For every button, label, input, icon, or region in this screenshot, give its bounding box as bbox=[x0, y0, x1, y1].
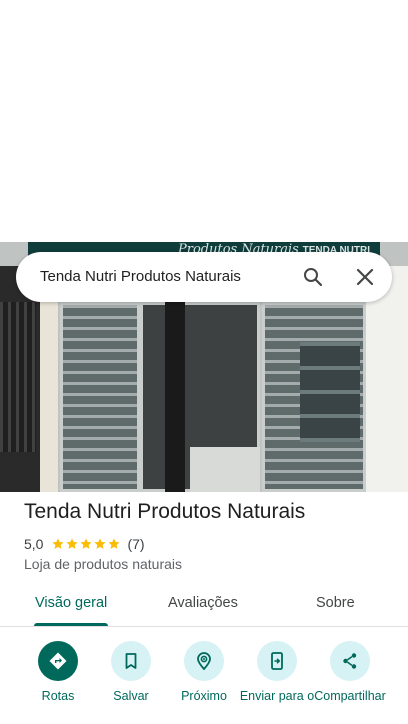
review-count[interactable]: (7) bbox=[127, 536, 144, 552]
directions-icon bbox=[38, 641, 78, 681]
rating-value: 5,0 bbox=[24, 536, 44, 552]
share-button[interactable]: Compartilhar bbox=[310, 641, 390, 704]
share-label: Compartilhar bbox=[314, 689, 386, 703]
star-icon bbox=[52, 538, 65, 549]
tab-bar: Visão geral Avaliações Sobre bbox=[0, 585, 408, 627]
action-buttons: Rotas Salvar Próximo Enviar para o Compa… bbox=[0, 636, 408, 724]
store-shelf bbox=[300, 342, 360, 442]
rating-row[interactable]: 5,0 (7) bbox=[24, 535, 145, 553]
send-to-phone-label: Enviar para o bbox=[239, 689, 315, 703]
store-counter bbox=[190, 447, 260, 492]
send-to-phone-icon bbox=[257, 641, 297, 681]
tab-indicator bbox=[34, 623, 108, 626]
place-title: Tenda Nutri Produtos Naturais bbox=[24, 500, 306, 523]
star-icon bbox=[94, 538, 107, 549]
nearby-button[interactable]: Próximo bbox=[164, 641, 244, 704]
share-icon bbox=[330, 641, 370, 681]
close-icon[interactable] bbox=[353, 265, 377, 289]
star-rating bbox=[51, 537, 121, 551]
save-button[interactable]: Salvar bbox=[91, 641, 171, 704]
star-icon bbox=[80, 538, 93, 549]
doorway-shadow bbox=[165, 302, 185, 492]
star-icon bbox=[108, 538, 121, 549]
directions-label: Rotas bbox=[41, 689, 75, 703]
nearby-label: Próximo bbox=[181, 689, 227, 703]
star-icon bbox=[66, 538, 79, 549]
directions-button[interactable]: Rotas bbox=[18, 641, 98, 704]
tab-overview[interactable]: Visão geral bbox=[35, 595, 107, 611]
save-label: Salvar bbox=[113, 689, 149, 703]
search-input[interactable]: Tenda Nutri Produtos Naturais bbox=[40, 268, 241, 285]
search-bar[interactable]: Tenda Nutri Produtos Naturais bbox=[16, 252, 392, 302]
send-to-phone-button[interactable]: Enviar para o bbox=[237, 641, 317, 704]
window-grille bbox=[0, 302, 36, 452]
map-area-blank bbox=[0, 0, 408, 242]
glass-door-left bbox=[60, 302, 140, 492]
tab-about[interactable]: Sobre bbox=[316, 595, 355, 611]
nearby-icon bbox=[184, 641, 224, 681]
search-icon[interactable] bbox=[301, 265, 325, 289]
place-category: Loja de produtos naturais bbox=[24, 556, 182, 572]
bookmark-icon bbox=[111, 641, 151, 681]
tab-reviews[interactable]: Avaliações bbox=[168, 595, 238, 611]
